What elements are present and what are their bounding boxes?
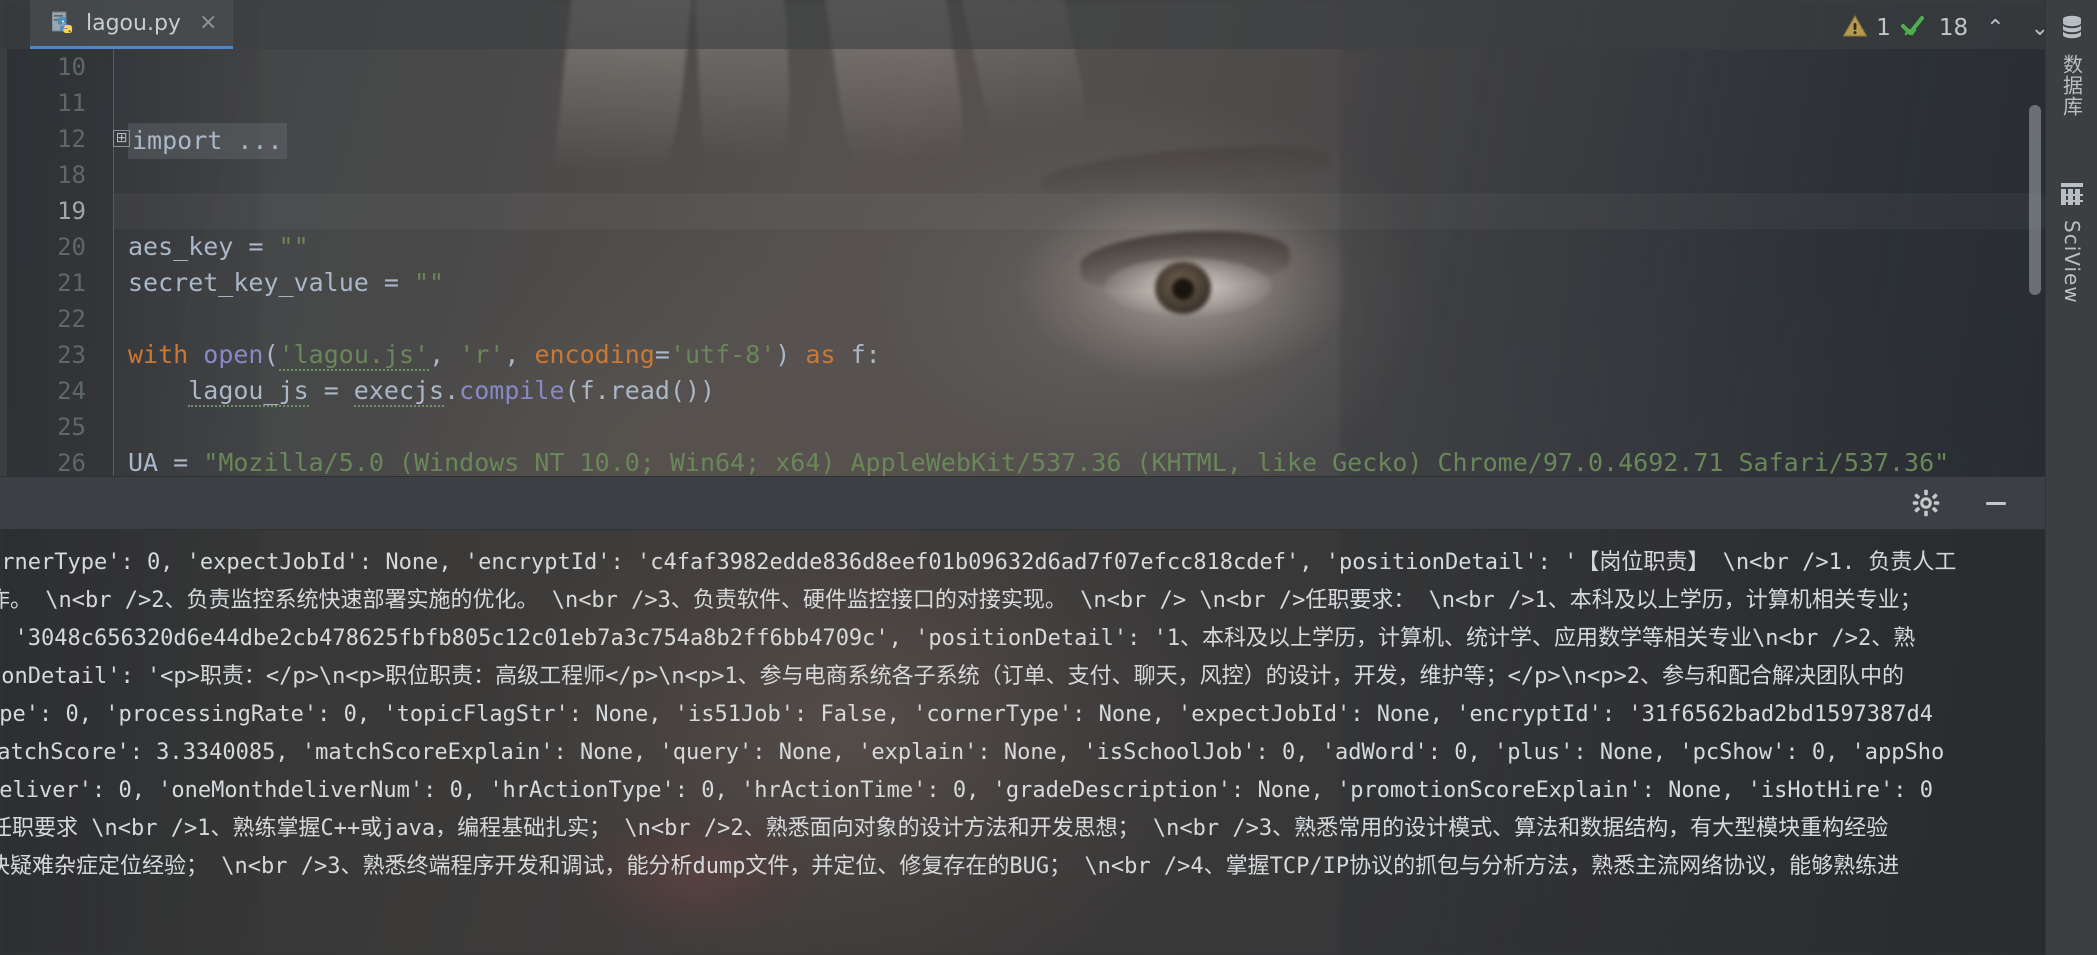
warning-count: 1 xyxy=(1876,15,1891,41)
code-line-text[interactable]: UA = "Mozilla/5.0 (Windows NT 10.0; Win6… xyxy=(128,445,1950,476)
folded-import-region[interactable]: import ... xyxy=(128,123,287,159)
line-number[interactable]: 12 xyxy=(0,121,86,157)
code-editor[interactable]: 10 11 12 ⊞ import ... 18 19 20 aes_key = "" 21 sec… xyxy=(0,49,2045,476)
editor-scrollbar[interactable] xyxy=(2029,105,2041,295)
database-icon xyxy=(2059,14,2085,44)
inspection-ok-icon xyxy=(1900,14,1931,42)
console-line-text: 任职要求 \n<br />1、熟练掌握C++或java，编程基础扎实； \n<b… xyxy=(0,816,1889,841)
line-number[interactable]: 18 xyxy=(0,157,86,193)
inspection-widget[interactable]: 1 18 ⌃ ⌄ xyxy=(1832,8,2067,48)
code-line[interactable]: 24 lagou_js = execjs.compile(f.read()) xyxy=(0,373,2045,409)
console-line: : '3048c656320d6e44dbe2cb478625fbfb805c1… xyxy=(0,620,2045,658)
console-output[interactable]: ornerType': 0, 'expectJobId': None, 'enc… xyxy=(0,530,2045,955)
console-line: matchScore': 3.3340085, 'matchScoreExpla… xyxy=(0,734,2045,772)
line-number[interactable]: 11 xyxy=(0,85,86,121)
line-number[interactable]: 24 xyxy=(0,373,86,409)
code-line-text[interactable]: with open('lagou.js', 'r', encoding='utf… xyxy=(128,337,881,373)
code-line[interactable]: 10 xyxy=(0,49,2045,85)
console-line-text: ionDetail': '<p>职责：</p>\n<p>职位职责：高级工程师</… xyxy=(0,664,1905,689)
line-number[interactable]: 10 xyxy=(0,49,86,85)
minimize-icon[interactable] xyxy=(1981,488,2011,518)
console-line-text: 决疑难杂症定位经验； \n<br />3、熟悉终端程序开发和调试，能分析dump… xyxy=(0,854,1900,879)
chevron-up-icon[interactable]: ⌃ xyxy=(1978,16,2012,41)
python-file-icon xyxy=(51,11,74,35)
inspection-ok-count: 18 xyxy=(1938,15,1969,41)
run-console-panel: ornerType': 0, 'expectJobId': None, 'enc… xyxy=(0,476,2045,955)
console-line-text: ype': 0, 'processingRate': 0, 'topicFlag… xyxy=(0,702,1934,727)
code-line[interactable]: 12 ⊞ import ... xyxy=(0,121,2045,159)
editor-left-margin xyxy=(0,49,7,476)
ide-window: lagou.py × 10 11 12 ⊞ import ... 18 19 20 aes_ke… xyxy=(0,0,2097,955)
close-icon[interactable]: × xyxy=(199,12,217,34)
tool-label-database: 数据库 xyxy=(2059,54,2084,117)
console-line: 决疑难杂症定位经验； \n<br />3、熟悉终端程序开发和调试，能分析dump… xyxy=(0,848,2045,886)
tool-button-sciview[interactable]: SciView xyxy=(2046,182,2097,304)
console-line: ionDetail': '<p>职责：</p>\n<p>职位职责：高级工程师</… xyxy=(0,658,2045,696)
console-line: ornerType': 0, 'expectJobId': None, 'enc… xyxy=(0,544,2045,582)
console-line-text: deliver': 0, 'oneMonthdeliverNum': 0, 'h… xyxy=(0,778,1934,803)
line-number[interactable]: 26 xyxy=(0,445,86,476)
console-line-text: ornerType': 0, 'expectJobId': None, 'enc… xyxy=(0,550,1957,575)
warning-indicator[interactable]: 1 xyxy=(1842,14,1891,42)
editor-tab-bar: lagou.py × xyxy=(0,0,2045,49)
console-line: deliver': 0, 'oneMonthdeliverNum': 0, 'h… xyxy=(0,772,2045,810)
line-number[interactable]: 19 xyxy=(0,193,86,229)
inspection-ok-indicator[interactable]: 18 xyxy=(1900,14,1969,42)
code-line-text[interactable]: aes_key = "" xyxy=(128,229,309,265)
console-line: 作。 \n<br />2、负责监控系统快速部署实施的优化。 \n<br />3、… xyxy=(0,582,2045,620)
code-line[interactable]: 11 xyxy=(0,85,2045,121)
editor-tab-label: lagou.py xyxy=(86,10,181,36)
console-line-text: : '3048c656320d6e44dbe2cb478625fbfb805c1… xyxy=(0,626,1916,651)
code-line[interactable]: 22 xyxy=(0,301,2045,337)
code-line[interactable]: 20 aes_key = "" xyxy=(0,229,2045,265)
code-line-text[interactable]: secret_key_value = "" xyxy=(128,265,444,301)
console-toolbar xyxy=(0,476,2045,530)
line-number[interactable]: 25 xyxy=(0,409,86,445)
line-number[interactable]: 22 xyxy=(0,301,86,337)
code-line[interactable]: 26 UA = "Mozilla/5.0 (Windows NT 10.0; Wi… xyxy=(0,445,2045,476)
editor-tab-lagou-py[interactable]: lagou.py × xyxy=(30,0,234,49)
code-line-text[interactable]: lagou_js = execjs.compile(f.read()) xyxy=(128,373,715,409)
line-number[interactable]: 21 xyxy=(0,265,86,301)
tool-button-database[interactable]: 数据库 xyxy=(2046,14,2097,117)
code-line[interactable]: 25 xyxy=(0,409,2045,445)
tool-label-sciview: SciView xyxy=(2060,220,2084,304)
code-line[interactable]: 23 with open('lagou.js', 'r', encoding='u… xyxy=(0,337,2045,373)
console-line-text: 作。 \n<br />2、负责监控系统快速部署实施的优化。 \n<br />3、… xyxy=(0,588,1922,613)
current-line-highlight xyxy=(114,193,2045,229)
console-line: 任职要求 \n<br />1、熟练掌握C++或java，编程基础扎实； \n<b… xyxy=(0,810,2045,848)
line-number[interactable]: 20 xyxy=(0,229,86,265)
code-line[interactable]: 21 secret_key_value = "" xyxy=(0,265,2045,301)
code-line[interactable]: 19 xyxy=(0,193,2045,229)
code-content[interactable]: 10 11 12 ⊞ import ... 18 19 20 aes_key = "" 21 sec… xyxy=(0,49,2045,476)
console-line: ype': 0, 'processingRate': 0, 'topicFlag… xyxy=(0,696,2045,734)
sciview-grid-icon xyxy=(2060,182,2084,210)
right-tool-strip: 数据库 SciView xyxy=(2045,0,2097,955)
gear-icon[interactable] xyxy=(1911,488,1941,518)
line-number[interactable]: 23 xyxy=(0,337,86,373)
warning-triangle-icon xyxy=(1842,14,1868,42)
code-line[interactable]: 18 xyxy=(0,157,2045,193)
console-line-text: matchScore': 3.3340085, 'matchScoreExpla… xyxy=(0,740,1945,765)
